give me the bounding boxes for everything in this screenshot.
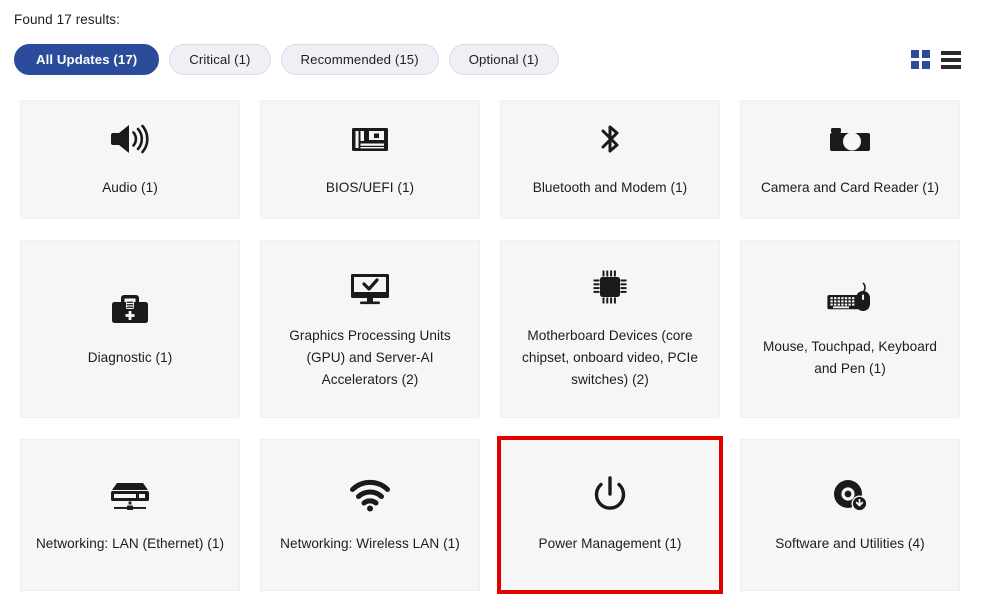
category-card-grid: Audio (1) BIOS/UEFI (1) — [20, 100, 960, 591]
category-card-software-utilities[interactable]: Software and Utilities (4) — [740, 439, 960, 591]
update-category-results-page: Found 17 results: All Updates (17) Criti… — [0, 0, 982, 612]
cpu-chip-icon — [589, 265, 631, 309]
category-card-bluetooth-modem[interactable]: Bluetooth and Modem (1) — [500, 100, 720, 219]
disc-download-icon — [829, 473, 871, 517]
category-card-mouse-keyboard-pen[interactable]: Mouse, Touchpad, Keyboard and Pen (1) — [740, 240, 960, 418]
medical-toolbox-icon — [109, 287, 151, 331]
wifi-icon — [348, 473, 392, 517]
monitor-check-icon — [348, 265, 392, 309]
category-label: Mouse, Touchpad, Keyboard and Pen (1) — [753, 336, 947, 380]
category-card-gpu-server-ai[interactable]: Graphics Processing Units (GPU) and Serv… — [260, 240, 480, 418]
category-card-diagnostic[interactable]: Diagnostic (1) — [20, 240, 240, 418]
category-label: Graphics Processing Units (GPU) and Serv… — [273, 325, 467, 391]
category-label: BIOS/UEFI (1) — [326, 177, 414, 199]
category-card-camera-card-reader[interactable]: Camera and Card Reader (1) — [740, 100, 960, 219]
view-mode-toggle-group — [911, 50, 961, 69]
camera-icon — [828, 117, 872, 161]
category-label: Software and Utilities (4) — [775, 533, 924, 555]
category-card-audio[interactable]: Audio (1) — [20, 100, 240, 219]
category-card-motherboard-devices[interactable]: Motherboard Devices (core chipset, onboa… — [500, 240, 720, 418]
results-count-label: Found 17 results: — [14, 12, 120, 27]
grid-view-icon — [911, 50, 930, 69]
category-card-networking-lan[interactable]: Networking: LAN (Ethernet) (1) — [20, 439, 240, 591]
bluetooth-icon — [589, 117, 631, 161]
power-icon — [589, 473, 631, 517]
category-card-networking-wireless-lan[interactable]: Networking: Wireless LAN (1) — [260, 439, 480, 591]
list-view-button[interactable] — [941, 51, 961, 69]
category-label: Power Management (1) — [538, 533, 681, 555]
category-label: Camera and Card Reader (1) — [761, 177, 939, 199]
category-label: Bluetooth and Modem (1) — [533, 177, 688, 199]
router-icon — [108, 473, 152, 517]
category-label: Diagnostic (1) — [88, 347, 173, 369]
memory-module-icon — [349, 117, 391, 161]
category-label: Networking: Wireless LAN (1) — [280, 533, 460, 555]
grid-view-button[interactable] — [911, 50, 930, 69]
category-card-power-management[interactable]: Power Management (1) — [500, 439, 720, 591]
filter-optional[interactable]: Optional (1) — [449, 44, 559, 75]
category-label: Motherboard Devices (core chipset, onboa… — [513, 325, 707, 391]
filter-pill-group: All Updates (17) Critical (1) Recommende… — [14, 44, 559, 75]
filter-recommended[interactable]: Recommended (15) — [281, 44, 439, 75]
keyboard-mouse-icon — [827, 276, 873, 320]
speaker-icon — [109, 117, 151, 161]
filter-all-updates[interactable]: All Updates (17) — [14, 44, 159, 75]
list-view-icon — [941, 51, 961, 69]
category-label: Networking: LAN (Ethernet) (1) — [36, 533, 224, 555]
category-card-bios-uefi[interactable]: BIOS/UEFI (1) — [260, 100, 480, 219]
category-label: Audio (1) — [102, 177, 158, 199]
filter-critical[interactable]: Critical (1) — [169, 44, 270, 75]
